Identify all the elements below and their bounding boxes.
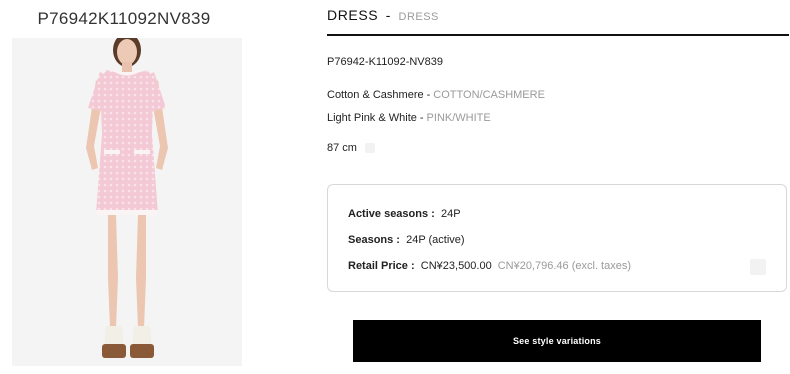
product-length: 87 cm — [327, 142, 375, 154]
active-seasons-row: Active seasons : 24P — [348, 208, 461, 220]
retail-price-excl-tax: CN¥20,796.46 (excl. taxes) — [497, 260, 632, 272]
length-info-icon[interactable] — [364, 143, 375, 153]
product-detail-panel: DRESS - DRESS P76942-K11092-NV839 Cotton… — [327, 0, 789, 374]
material-label: Cotton & Cashmere — [327, 89, 424, 101]
seasons-value: 24P (active) — [406, 234, 465, 246]
length-value: 87 cm — [327, 142, 357, 154]
material-separator: - — [426, 89, 431, 101]
model-illustration — [12, 38, 242, 366]
title-divider — [327, 34, 789, 36]
price-action-icon[interactable] — [750, 259, 766, 275]
material-en: COTTON/CASHMERE — [433, 89, 545, 101]
see-style-variations-button[interactable]: See style variations — [353, 320, 761, 362]
seasons-label: Seasons : — [348, 234, 400, 246]
color-en: PINK/WHITE — [426, 112, 491, 124]
seasons-row: Seasons : 24P (active) — [348, 234, 465, 246]
title-separator: - — [385, 7, 391, 23]
product-color: Light Pink & White - PINK/WHITE — [327, 112, 491, 124]
product-title: DRESS - DRESS — [327, 7, 439, 23]
product-material: Cotton & Cashmere - COTTON/CASHMERE — [327, 89, 545, 101]
active-seasons-label: Active seasons : — [348, 208, 435, 220]
product-title-en: DRESS — [398, 11, 439, 23]
retail-price-value: CN¥23,500.00 — [420, 260, 492, 272]
product-photo — [12, 38, 242, 366]
retail-price-label: Retail Price : — [348, 260, 415, 272]
product-sku-heading: P76942K11092NV839 — [37, 9, 211, 28]
color-separator: - — [419, 112, 424, 124]
season-price-card: Active seasons : 24P Seasons : 24P (acti… — [327, 184, 787, 292]
active-seasons-value: 24P — [440, 208, 461, 220]
retail-price-row: Retail Price : CN¥23,500.00 CN¥20,796.46 … — [348, 260, 631, 272]
product-title-main: DRESS — [327, 7, 379, 23]
product-reference: P76942-K11092-NV839 — [327, 56, 443, 68]
color-label: Light Pink & White — [327, 112, 417, 124]
